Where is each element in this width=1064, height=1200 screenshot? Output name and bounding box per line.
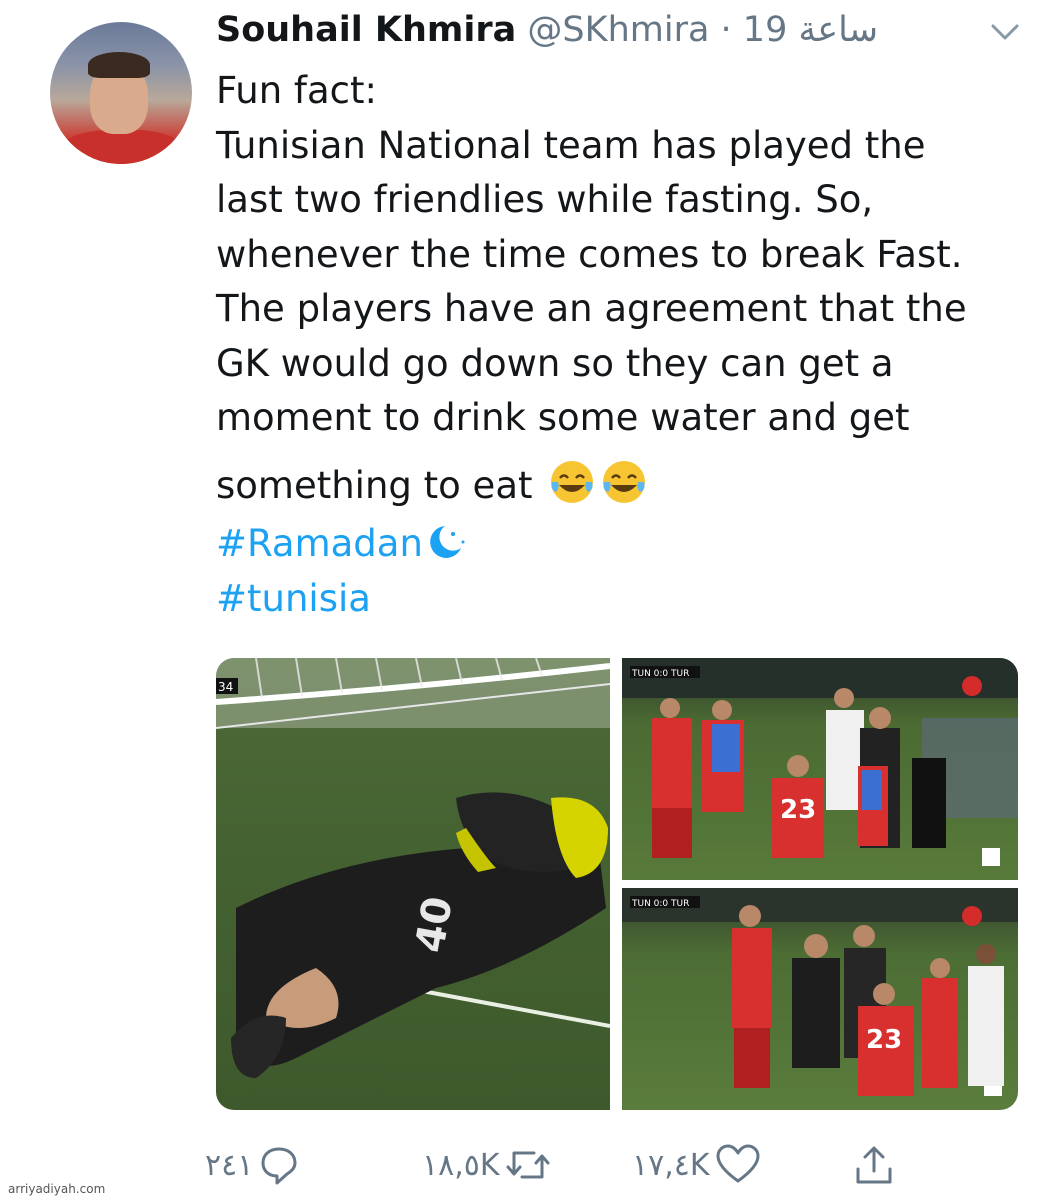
like-button[interactable]: ١٧,٤K xyxy=(632,1140,762,1190)
avatar-hair xyxy=(88,52,150,78)
player-jersey-number-bottom: 23 xyxy=(866,1025,902,1055)
tweet-line-last: something to eat xyxy=(216,458,1036,514)
tweet-line: moment to drink some water and get xyxy=(216,396,910,439)
share-button[interactable] xyxy=(852,1140,896,1190)
media-grid: 40 34 TUN 0:0 TUR 23 TUN 0:0 TUR 23 xyxy=(216,658,1018,1110)
share-icon xyxy=(856,1146,892,1184)
avatar[interactable] xyxy=(50,22,192,164)
drinking-break-photo-bottom[interactable]: TUN 0:0 TUR 23 xyxy=(622,888,1018,1110)
scorebug-timer-left: 34 xyxy=(218,680,233,694)
drinking-break-photo-top[interactable]: TUN 0:0 TUR 23 xyxy=(622,658,1018,880)
drinking-scene-top: TUN 0:0 TUR 23 xyxy=(622,658,1018,866)
hashtag-ramadan-row: #Ramadan xyxy=(216,517,1036,572)
hashtag-ramadan[interactable]: #Ramadan xyxy=(216,522,423,565)
author-handle-time[interactable]: @SKhmira · 19 ساعة xyxy=(527,10,878,50)
retweet-count: ١٨,٥K xyxy=(422,1147,500,1183)
tweet-line: GK would go down so they can get a xyxy=(216,341,894,385)
goalkeeper-jersey-number: 40 xyxy=(407,893,462,956)
tweet-header: Souhail Khmira @SKhmira · 19 ساعة xyxy=(216,10,878,54)
reply-count: ٢٤١ xyxy=(205,1147,254,1183)
tweet-actions: ٢٤١ ١٨,٥K ١٧,٤K xyxy=(0,1140,1064,1190)
tweet-line: last two friendlies while fasting. So, xyxy=(216,178,874,221)
goalkeeper-scene: 40 34 xyxy=(216,658,610,1078)
tweet-line: whenever the time comes to break Fast. xyxy=(216,232,963,276)
reply-button[interactable]: ٢٤١ xyxy=(205,1140,301,1190)
tweet-line: The players have an agreement that the xyxy=(216,287,967,330)
player-jersey-number-top: 23 xyxy=(780,795,816,825)
heart-icon xyxy=(716,1144,760,1183)
drinking-scene-bottom: TUN 0:0 TUR 23 xyxy=(622,888,1018,1096)
scorebug-bottom: TUN 0:0 TUR xyxy=(631,899,689,909)
author-name[interactable]: Souhail Khmira xyxy=(216,10,516,50)
scorebug-top: TUN 0:0 TUR xyxy=(631,669,689,679)
chevron-down-icon[interactable] xyxy=(985,12,1025,52)
tears-of-joy-emoji-icon xyxy=(551,460,594,503)
retweet-icon xyxy=(506,1151,550,1179)
hashtag-tunisia[interactable]: #tunisia xyxy=(216,572,1036,627)
reply-icon xyxy=(261,1147,297,1185)
avatar-shirt xyxy=(60,130,184,164)
tears-of-joy-emoji-icon xyxy=(603,460,646,503)
source-credit: arriyadiyah.com xyxy=(8,1182,106,1196)
goalkeeper-down-photo[interactable]: 40 34 xyxy=(216,658,610,1110)
tweet-line: Fun fact: xyxy=(216,69,377,112)
crescent-moon-icon xyxy=(430,526,465,558)
tweet-line: Tunisian National team has played the xyxy=(216,123,926,167)
like-count: ١٧,٤K xyxy=(632,1147,710,1183)
tweet-line-text: something to eat xyxy=(216,463,533,507)
retweet-button[interactable]: ١٨,٥K xyxy=(422,1140,552,1190)
tweet-text: Fun fact: Tunisian National team has pla… xyxy=(216,64,1036,626)
